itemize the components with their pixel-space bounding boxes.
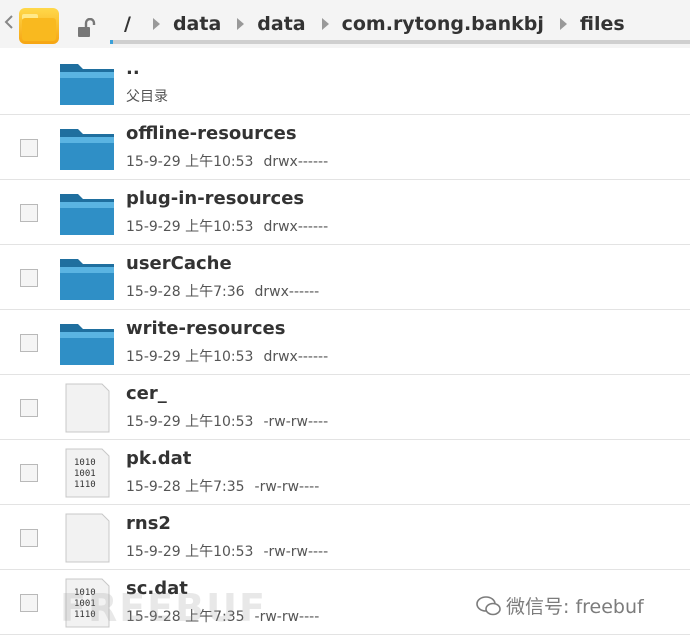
file-permissions: drwx------ [263,349,329,365]
folder-icon [60,194,114,235]
file-permissions: -rw-rw---- [263,544,329,560]
folder-icon [60,324,114,365]
file-meta: 15-9-29 上午10:53 -rw-rw---- [126,541,328,561]
blank-file-icon [65,383,110,433]
file-row[interactable]: 1010 1001 1110 pk.dat 15-9-28 上午7:35 -rw-rw--… [0,440,690,505]
back-arrow-icon[interactable] [4,14,14,30]
binary-file-icon: 101010011110 [65,448,110,498]
file-date: 15-9-29 上午10:53 [126,414,254,430]
file-meta: 15-9-29 上午10:53 drwx------ [126,216,328,236]
breadcrumb-item[interactable]: data [253,13,309,35]
file-permissions: drwx------ [263,154,329,170]
select-checkbox[interactable] [20,139,38,157]
file-row[interactable]: .. 父目录 [0,50,690,115]
select-checkbox[interactable] [20,204,38,222]
select-checkbox[interactable] [20,269,38,287]
file-permissions: -rw-rw---- [254,479,320,495]
folder-icon [60,129,114,170]
file-name: rns2 [126,513,171,534]
file-name: write-resources [126,318,286,339]
file-name: plug-in-resources [126,188,305,209]
folder-icon [60,259,114,300]
file-row[interactable]: write-resources 15-9-29 上午10:53 drwx------ [0,310,690,375]
blank-file-icon [65,513,110,563]
file-meta: 15-9-29 上午10:53 drwx------ [126,346,328,366]
file-name: .. [126,58,140,79]
select-checkbox[interactable] [20,399,38,417]
chevron-right-icon [559,18,567,30]
file-meta: 15-9-28 上午7:36 drwx------ [126,281,319,301]
svg-text:1001: 1001 [74,469,96,479]
breadcrumb-root[interactable]: / [110,13,141,35]
scroll-progress-bar [110,40,690,44]
file-name: offline-resources [126,123,297,144]
file-row[interactable]: rns2 15-9-29 上午10:53 -rw-rw---- [0,505,690,570]
file-row[interactable]: cer_ 15-9-29 上午10:53 -rw-rw---- [0,375,690,440]
file-date: 15-9-29 上午10:53 [126,544,254,560]
toolbar: / data data com.rytong.bankbj files [0,0,690,48]
wechat-icon [476,595,501,615]
breadcrumb-item[interactable]: com.rytong.bankbj [338,13,548,35]
svg-text:1010: 1010 [74,458,96,468]
file-row[interactable]: plug-in-resources 15-9-29 上午10:53 drwx----… [0,180,690,245]
chevron-right-icon [237,18,245,30]
file-date: 15-9-29 上午10:53 [126,349,254,365]
file-name: cer_ [126,383,167,404]
file-subtitle: 父目录 [126,89,168,105]
breadcrumb-item[interactable]: files [576,13,629,35]
watermark-text: 微信号: freebuf [506,596,644,618]
file-date: 15-9-28 上午7:36 [126,284,245,300]
file-permissions: drwx------ [254,284,320,300]
unlock-icon[interactable] [76,18,98,38]
progress-fill [110,40,113,44]
file-permissions: drwx------ [263,219,329,235]
watermark: 微信号: freebuf [476,592,644,619]
chevron-right-icon [152,18,160,30]
chevron-right-icon [321,18,329,30]
svg-text:1110: 1110 [74,480,96,490]
file-date: 15-9-29 上午10:53 [126,219,254,235]
select-checkbox[interactable] [20,594,38,612]
file-meta: 15-9-29 上午10:53 -rw-rw---- [126,411,328,431]
file-date: 15-9-28 上午7:35 [126,479,245,495]
file-name: userCache [126,253,232,274]
file-meta: 15-9-29 上午10:53 drwx------ [126,151,328,171]
file-name: pk.dat [126,448,192,469]
file-date: 15-9-29 上午10:53 [126,154,254,170]
watermark-logo: FREEBUF [60,586,267,630]
file-permissions: -rw-rw---- [263,414,329,430]
select-checkbox[interactable] [20,464,38,482]
folder-icon [60,64,114,105]
file-meta: 15-9-28 上午7:35 -rw-rw---- [126,476,319,496]
breadcrumb-item[interactable]: data [169,13,225,35]
select-checkbox[interactable] [20,529,38,547]
select-checkbox[interactable] [20,334,38,352]
file-row[interactable]: userCache 15-9-28 上午7:36 drwx------ [0,245,690,310]
file-row[interactable]: offline-resources 15-9-29 上午10:53 drwx----… [0,115,690,180]
app-folder-icon[interactable] [18,6,60,46]
